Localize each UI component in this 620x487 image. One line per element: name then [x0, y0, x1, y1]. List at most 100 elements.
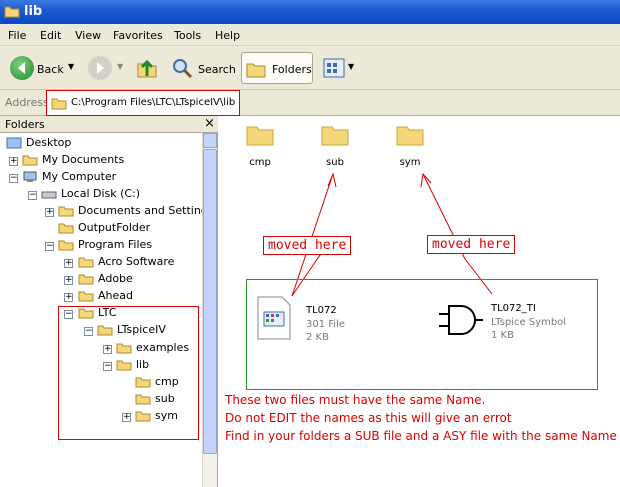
search-icon[interactable] [171, 57, 193, 79]
tree-item-label: Program Files [78, 238, 153, 251]
collapse-icon[interactable]: − [45, 242, 54, 251]
collapse-icon[interactable]: − [9, 174, 18, 183]
tree-item-label: Adobe [98, 272, 133, 285]
tree-item-documents-and-settings[interactable]: Documents and Settings [58, 204, 214, 221]
file-name-tl072-ti[interactable]: TL072_TI [491, 303, 536, 314]
tree-item-my-computer[interactable]: My Computer [22, 170, 116, 187]
folder-icon [78, 274, 94, 285]
folder-icon [135, 394, 151, 405]
up-folder-icon[interactable] [135, 56, 159, 80]
folder-icon [78, 291, 94, 302]
expand-icon[interactable]: + [64, 293, 73, 302]
files-highlight-box [246, 279, 598, 390]
tree-item-cmp[interactable]: cmp [135, 375, 179, 392]
folders-pane-title: Folders [5, 118, 45, 131]
folder-icon [135, 377, 151, 388]
tree-item-desktop[interactable]: Desktop [6, 136, 71, 153]
forward-dropdown-icon[interactable]: ▼ [117, 62, 123, 71]
forward-icon[interactable] [88, 56, 112, 80]
file-size: 2 KB [306, 332, 329, 343]
expand-icon[interactable]: + [103, 345, 112, 354]
tree-item-ltc[interactable]: LTC [78, 306, 116, 323]
tree-item-label: LTspiceIV [117, 323, 166, 336]
and-gate-icon[interactable] [437, 302, 485, 338]
title-bar: lib [0, 0, 620, 24]
menu-edit[interactable]: Edit [40, 29, 61, 42]
tree-item-outputfolder[interactable]: OutputFolder [58, 221, 150, 238]
disk-drive-icon [41, 191, 57, 199]
tree-item-sym[interactable]: sym [135, 409, 178, 426]
folder-icon [51, 98, 67, 110]
computer-icon [23, 171, 37, 182]
menu-favorites[interactable]: Favorites [113, 29, 163, 42]
folders-button[interactable]: Folders [241, 52, 313, 84]
menu-view[interactable]: View [75, 29, 101, 42]
tree-item-sub[interactable]: sub [135, 392, 175, 409]
file-type: LTspice Symbol [491, 317, 567, 328]
tree-item-my-documents[interactable]: My Documents [22, 153, 124, 170]
back-dropdown-icon[interactable]: ▼ [68, 62, 74, 71]
tree-item-label: LTC [98, 306, 117, 319]
collapse-icon[interactable]: − [64, 310, 73, 319]
back-icon[interactable] [10, 56, 34, 80]
tree-item-label: sym [155, 409, 178, 422]
close-icon[interactable]: × [204, 116, 215, 131]
tree-item-label: OutputFolder [78, 221, 151, 234]
expand-icon[interactable]: + [45, 208, 54, 217]
tree-item-label: My Computer [42, 170, 117, 183]
annotation-note-1: These two files must have the same Name. [225, 393, 486, 407]
folder-icon [116, 343, 132, 354]
collapse-icon[interactable]: − [28, 191, 37, 200]
folders-icon [246, 63, 266, 78]
folder-icon [135, 411, 151, 422]
address-label: Address [5, 96, 49, 109]
folder-icon [78, 308, 94, 319]
tree-item-lib[interactable]: lib [116, 358, 149, 375]
tree-item-label: Local Disk (C:) [61, 187, 141, 200]
scroll-thumb[interactable] [203, 149, 217, 454]
expand-icon[interactable]: + [64, 259, 73, 268]
views-icon[interactable] [323, 58, 345, 78]
folder-icon [78, 257, 94, 268]
folder-icon [58, 223, 74, 234]
collapse-icon[interactable]: − [84, 327, 93, 336]
folder-icon [97, 325, 113, 336]
tree-item-label: sub [155, 392, 175, 405]
collapse-icon[interactable]: − [103, 362, 112, 371]
annotation-note-3: Find in your folders a SUB file and a AS… [225, 429, 617, 443]
tree-item-label: examples [136, 341, 190, 354]
expand-icon[interactable]: + [9, 157, 18, 166]
views-dropdown-icon[interactable]: ▼ [348, 62, 354, 71]
scroll-up-icon[interactable] [203, 133, 217, 148]
tree-item-label: Acro Software [98, 255, 175, 268]
vertical-scrollbar[interactable] [202, 133, 217, 487]
tree-item-program-files[interactable]: Program Files [58, 238, 152, 255]
folders-button-label: Folders [272, 63, 312, 76]
file-name-tl072[interactable]: TL072 [306, 305, 337, 316]
window-title: lib [24, 4, 43, 19]
folders-pane-header: Folders × [0, 116, 218, 133]
tree-item-acro-software[interactable]: Acro Software [78, 255, 174, 272]
address-field[interactable]: C:\Program Files\LTC\LTspiceIV\lib [46, 90, 240, 116]
menu-bar: File Edit View Favorites Tools Help [0, 24, 620, 46]
tree-item-ltspiceiv[interactable]: LTspiceIV [97, 323, 166, 340]
tree-item-label: cmp [155, 375, 179, 388]
menu-tools[interactable]: Tools [174, 29, 201, 42]
folders-pane: Folders × Desktop + My Documents − My Co… [0, 116, 218, 487]
annotation-note-2: Do not EDIT the names as this will give … [225, 411, 512, 425]
file-icon[interactable] [257, 296, 291, 340]
tree-item-ahead[interactable]: Ahead [78, 289, 133, 306]
menu-file[interactable]: File [8, 29, 26, 42]
tree-item-adobe[interactable]: Adobe [78, 272, 133, 289]
annotation-moved-here-1: moved here [263, 236, 352, 255]
tree-item-label: Ahead [98, 289, 133, 302]
expand-icon[interactable]: + [122, 413, 131, 422]
folder-icon [58, 240, 74, 251]
tree-item-examples[interactable]: examples [116, 341, 189, 358]
expand-icon[interactable]: + [64, 276, 73, 285]
tree-item-label: lib [136, 358, 150, 371]
search-button-label[interactable]: Search [198, 63, 236, 76]
back-button-label[interactable]: Back [37, 63, 64, 76]
tree-item-local-disk[interactable]: Local Disk (C:) [41, 187, 140, 204]
menu-help[interactable]: Help [215, 29, 240, 42]
